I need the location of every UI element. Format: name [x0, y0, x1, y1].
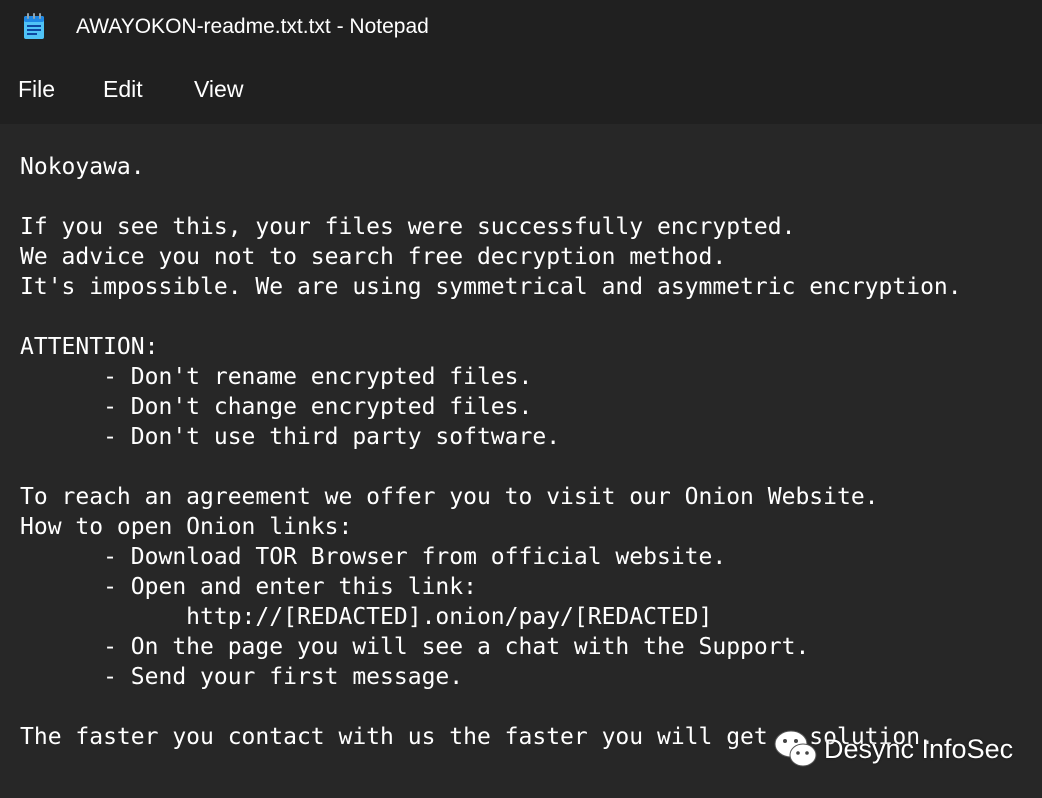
text-line: It's impossible. We are using symmetrica… [20, 274, 962, 300]
text-line: How to open Onion links: [20, 514, 353, 540]
text-line: - Don't change encrypted files. [20, 394, 533, 420]
text-line: - Download TOR Browser from official web… [20, 544, 727, 570]
watermark-text: Desync InfoSec [824, 734, 1014, 764]
text-line: We advice you not to search free decrypt… [20, 244, 727, 270]
title-bar[interactable]: AWAYOKON-readme.txt.txt - Notepad [0, 0, 1042, 54]
text-line: - On the page you will see a chat with t… [20, 634, 810, 660]
menu-file[interactable]: File [18, 75, 55, 103]
wechat-icon [774, 730, 817, 767]
notepad-icon [24, 13, 44, 39]
watermark: Desync InfoSec [772, 726, 1022, 772]
text-line: http://[REDACTED].onion/pay/[REDACTED] [20, 604, 713, 630]
text-line: - Open and enter this link: [20, 574, 477, 600]
text-editor[interactable]: Nokoyawa. If you see this, your files we… [0, 124, 1042, 798]
notepad-window: AWAYOKON-readme.txt.txt - Notepad File E… [0, 0, 1042, 798]
text-line: - Don't use third party software. [20, 424, 561, 450]
window-title: AWAYOKON-readme.txt.txt - Notepad [76, 15, 429, 38]
text-line: To reach an agreement we offer you to vi… [20, 484, 879, 510]
menu-bar: File Edit View [0, 54, 1042, 124]
text-line: If you see this, your files were success… [20, 214, 796, 240]
text-line: ATTENTION: [20, 334, 159, 360]
menu-view[interactable]: View [194, 75, 243, 103]
text-line: Nokoyawa. [20, 154, 145, 180]
menu-edit[interactable]: Edit [103, 75, 143, 103]
text-line: - Send your first message. [20, 664, 464, 690]
text-line: - Don't rename encrypted files. [20, 364, 533, 390]
